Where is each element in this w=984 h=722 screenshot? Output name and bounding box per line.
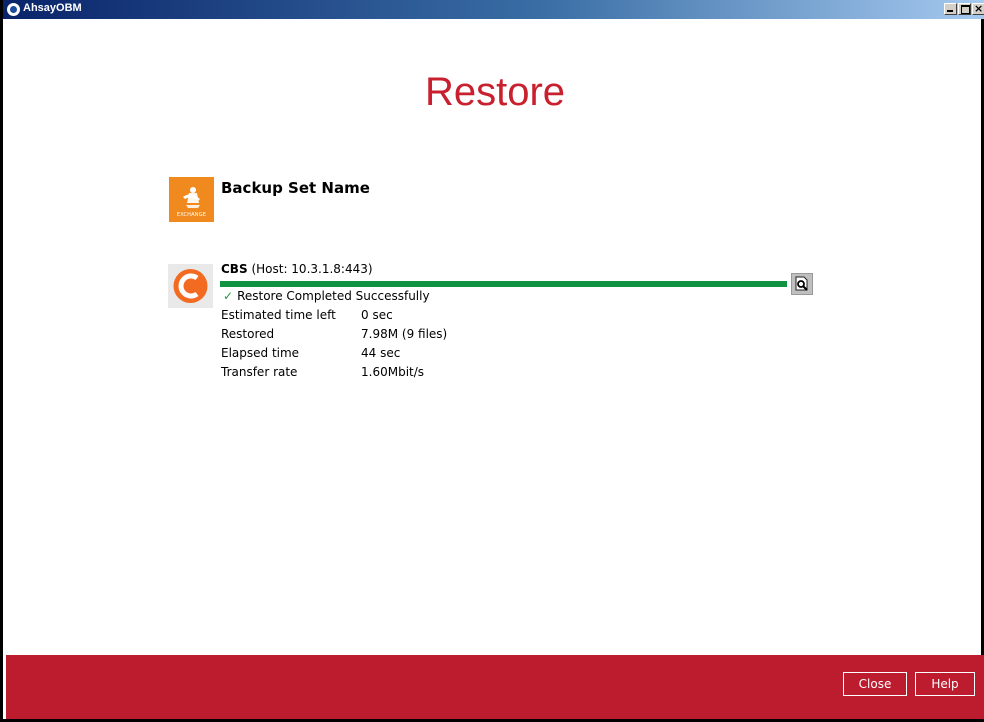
backup-set-name: Backup Set Name — [221, 179, 370, 197]
check-icon: ✓ — [223, 289, 234, 303]
title-bar[interactable]: AhsayOBM × — [3, 0, 984, 19]
magnifier-icon — [795, 276, 808, 291]
destination-name: CBS (Host: 10.3.1.8:443) — [221, 262, 373, 276]
cbs-logo-icon — [168, 264, 213, 308]
stat-value-elapsed: 44 sec — [361, 346, 401, 360]
page-title: Restore — [424, 70, 566, 114]
restore-status: ✓ Restore Completed Successfully — [223, 289, 430, 303]
restore-progress-fill — [220, 281, 787, 287]
close-window-button[interactable]: × — [972, 2, 984, 15]
footer-bar — [6, 655, 984, 719]
exchange-glyph — [183, 187, 200, 208]
stat-label-transfer-rate: Transfer rate — [221, 365, 298, 379]
app-title: AhsayOBM — [23, 2, 82, 14]
stat-value-time-left: 0 sec — [361, 308, 393, 322]
stat-value-restored: 7.98M (9 files) — [361, 327, 448, 341]
app-logo-icon — [7, 3, 20, 16]
destination-label: CBS — [221, 262, 248, 276]
stat-value-transfer-rate: 1.60Mbit/s — [361, 365, 425, 379]
minimize-icon — [947, 10, 953, 12]
help-button[interactable]: Help — [915, 672, 975, 696]
exchange-icon-caption: EXCHANGE — [176, 212, 207, 218]
stat-label-time-left: Estimated time left — [221, 308, 336, 322]
restore-progress-bar — [220, 281, 787, 287]
close-icon: × — [974, 2, 984, 15]
restore-status-text: Restore Completed Successfully — [237, 289, 430, 303]
app-window: AhsayOBM × Restore EXCHANGE Backup Set N… — [0, 0, 984, 722]
view-details-button[interactable] — [791, 273, 813, 295]
maximize-icon — [961, 5, 970, 14]
stat-label-restored: Restored — [221, 327, 275, 341]
exchange-icon: EXCHANGE — [169, 177, 214, 222]
close-button[interactable]: Close — [843, 672, 907, 696]
maximize-button[interactable] — [958, 3, 971, 15]
cbs-logo-glyph — [173, 269, 208, 303]
stat-label-elapsed: Elapsed time — [221, 346, 300, 360]
minimize-button[interactable] — [944, 3, 957, 15]
destination-host: (Host: 10.3.1.8:443) — [251, 262, 373, 276]
